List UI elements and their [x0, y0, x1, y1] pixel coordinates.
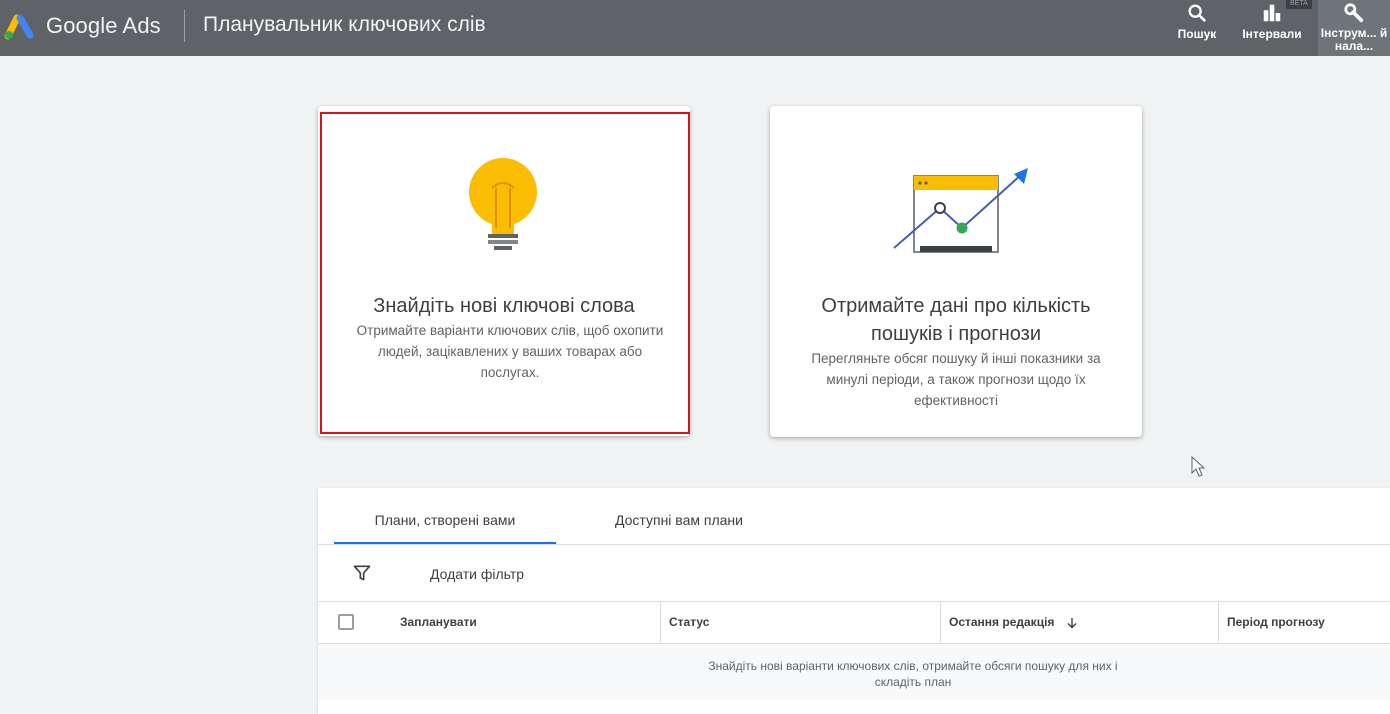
lightbulb-icon	[469, 158, 537, 250]
bar-chart-icon	[1263, 4, 1281, 22]
empty-state-message: Знайдіть нові варіанти ключових слів, от…	[708, 659, 1118, 689]
select-all-checkbox[interactable]	[338, 614, 354, 630]
trend-chart-icon	[893, 168, 1028, 253]
tab-my-plans[interactable]: Плани, створені вами	[334, 488, 556, 544]
search-label: Пошук	[1177, 27, 1217, 41]
top-bar: Google Ads Планувальник ключових слів По…	[0, 0, 1390, 56]
find-keywords-title: Знайдіть нові ключові слова	[373, 295, 635, 317]
search-volume-title: Отримайте дані про кількість пошуків і п…	[821, 295, 1091, 345]
mouse-cursor-icon	[1191, 456, 1206, 477]
page-title: Планувальник ключових слів	[203, 13, 486, 36]
add-filter-button[interactable]: Додати фільтр	[430, 566, 524, 582]
plans-table-header: Запланувати Статус Остання редакція Пері…	[318, 601, 1390, 644]
search-button[interactable]: Пошук	[1170, 0, 1224, 56]
intervals-label: Інтервали	[1242, 27, 1302, 41]
beta-badge: BETA	[1286, 0, 1312, 9]
header-divider	[184, 10, 185, 42]
find-keywords-description: Отримайте варіанти ключових слів, щоб ох…	[356, 323, 664, 380]
arrow-down-icon[interactable]	[1066, 617, 1078, 629]
search-volume-description: Перегляньте обсяг пошуку й інші показник…	[811, 351, 1101, 408]
plans-table-body: Знайдіть нові варіанти ключових слів, от…	[318, 644, 1390, 700]
column-forecast-period[interactable]: Період прогнозу	[1218, 602, 1390, 643]
column-plan[interactable]: Запланувати	[392, 602, 660, 643]
select-all-cell	[318, 602, 380, 643]
tools-settings-button[interactable]: Інструм... й нала...	[1318, 0, 1390, 56]
plans-panel: Плани, створені вами Доступні вам плани …	[318, 488, 1390, 714]
column-last-edit-label: Остання редакція	[949, 615, 1055, 629]
tools-settings-label: Інструм... й нала...	[1320, 26, 1388, 53]
tabs-divider	[318, 544, 1390, 545]
column-status[interactable]: Статус	[660, 602, 940, 643]
filter-icon[interactable]	[352, 563, 372, 583]
brand-name[interactable]: Google Ads	[46, 13, 161, 39]
tab-shared-plans[interactable]: Доступні вам плани	[566, 488, 792, 544]
column-last-edit[interactable]: Остання редакція	[940, 602, 1218, 643]
search-volume-card[interactable]: Отримайте дані про кількість пошуків і п…	[770, 106, 1142, 437]
google-ads-logo-icon[interactable]	[4, 12, 36, 40]
find-keywords-card[interactable]: Знайдіть нові ключові слова Отримайте ва…	[318, 106, 690, 436]
search-icon	[1188, 4, 1206, 22]
wrench-icon	[1344, 3, 1364, 23]
